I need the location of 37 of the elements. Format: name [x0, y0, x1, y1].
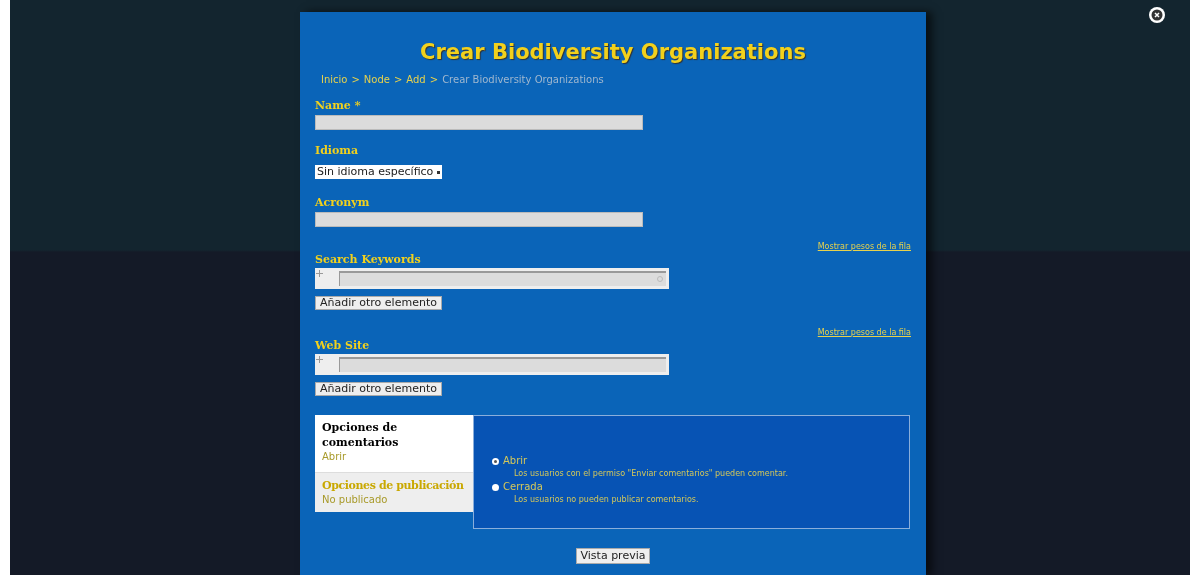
tab-summary: No publicado — [322, 493, 389, 506]
row-weights-link[interactable]: Mostrar pesos de la fila — [817, 241, 911, 253]
row-weights-link[interactable]: Mostrar pesos de la fila — [817, 327, 911, 339]
field-label: Search Keywords — [315, 253, 422, 267]
radio-label: Abrir — [503, 454, 528, 468]
breadcrumb-separator: > — [351, 73, 360, 87]
radio-label: Cerrada — [503, 480, 543, 494]
breadcrumb-link[interactable]: Add — [406, 72, 426, 87]
field-label: Idioma — [315, 144, 360, 158]
field-label: Name * — [315, 99, 362, 113]
radio-button[interactable] — [492, 483, 499, 491]
drag-handle-icon[interactable] — [316, 356, 323, 363]
tab-summary: Abrir — [322, 450, 348, 463]
breadcrumb-link[interactable]: Node — [363, 72, 390, 87]
field-label: Web Site — [315, 339, 371, 353]
field-label: Acronym — [315, 196, 371, 210]
drag-handle-icon[interactable] — [316, 270, 323, 277]
add-another-button[interactable]: Añadir otro elemento — [315, 382, 442, 396]
option-description: Los usuarios no pueden publicar comentarios. — [514, 494, 700, 506]
preview-button[interactable]: Vista previa — [575, 548, 651, 564]
text-input[interactable] — [315, 115, 643, 130]
text-input[interactable] — [315, 212, 643, 227]
tab-title: Opciones de comentarios — [322, 420, 400, 450]
vertical-tab[interactable]: Opciones de comentarios Abrir — [315, 415, 473, 472]
radio-button[interactable] — [492, 457, 499, 465]
tab-title: Opciones de publicación — [322, 478, 465, 493]
option-description: Los usuarios con el permiso "Enviar comentarios" pueden comentar. — [514, 468, 789, 480]
breadcrumb-link[interactable]: Inicio — [321, 72, 348, 87]
breadcrumb-separator: > — [429, 73, 439, 87]
text-input[interactable] — [339, 357, 666, 372]
page-title: Crear Biodiversity Organizations — [419, 39, 807, 66]
breadcrumb-current: Crear Biodiversity Organizations — [442, 73, 604, 87]
language-select[interactable]: Sin idioma específico — [315, 165, 443, 179]
add-another-button[interactable]: Añadir otro elemento — [315, 296, 442, 310]
breadcrumb-separator: > — [393, 73, 403, 87]
text-input[interactable] — [339, 271, 666, 286]
vertical-tab[interactable]: Opciones de publicación No publicado — [315, 472, 473, 512]
